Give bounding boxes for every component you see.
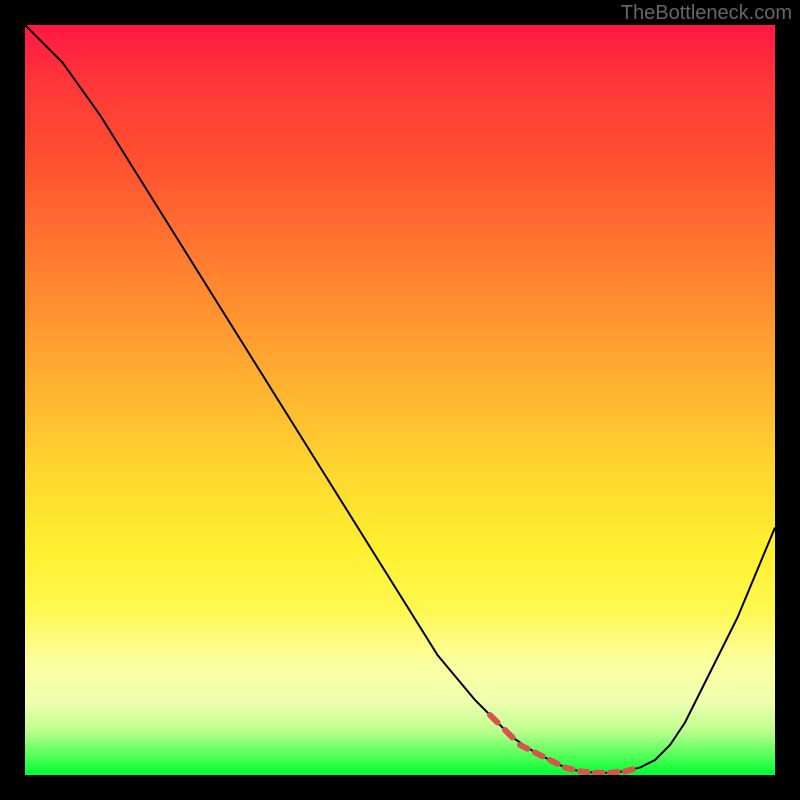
watermark-text: TheBottleneck.com: [621, 2, 792, 25]
chart-svg: [25, 25, 775, 775]
bottleneck-curve-line: [25, 25, 775, 773]
optimal-region-marker: [490, 715, 633, 773]
